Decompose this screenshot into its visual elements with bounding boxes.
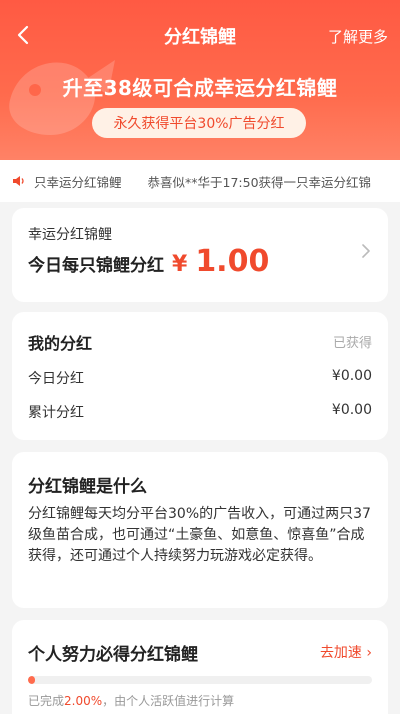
nav-bar: 分红锦鲤 了解更多 [0, 18, 400, 54]
ticker-item: 恭喜似**华于17:50获得一只幸运分红锦 [147, 174, 372, 190]
progress-fill [28, 676, 35, 684]
speaker-icon [13, 176, 24, 186]
today-dividend-row: 今日分红 ¥0.00 [28, 368, 372, 388]
effort-card: 个人努力必得分红锦鲤 去加速 › 已完成2.00%，由个人活跃值进行计算 [12, 620, 388, 714]
currency-symbol: ¥ [172, 252, 188, 277]
progress-percent: 2.00% [64, 694, 103, 708]
lucky-koi-card[interactable]: 幸运分红锦鲤 今日每只锦鲤分红 ¥ 1.00 [12, 208, 388, 302]
hero-headline: 升至38级可合成幸运分红锦鲤 [62, 76, 338, 100]
ticker-item: 只幸运分红锦鲤 [34, 174, 122, 190]
progress-prefix: 已完成 [28, 694, 65, 708]
lucky-koi-label: 幸运分红锦鲤 [28, 227, 112, 243]
learn-more-link[interactable]: 了解更多 [328, 26, 388, 47]
total-dividend-label: 累计分红 [28, 405, 84, 421]
daily-dividend-amount: 1.00 [195, 244, 270, 279]
what-is-card: 分红锦鲤是什么 分红锦鲤每天均分平台30%的广告收入，可通过两只37级鱼苗合成，… [12, 452, 388, 608]
speed-up-label: 去加速 [319, 645, 362, 661]
today-dividend-label: 今日分红 [28, 371, 84, 387]
total-dividend-value: ¥0.00 [331, 402, 372, 418]
announcement-ticker: 只幸运分红锦鲤 恭喜似**华于17:50获得一只幸运分红锦 [0, 160, 400, 202]
my-dividend-card: 我的分红 已获得 今日分红 ¥0.00 累计分红 ¥0.00 [12, 312, 388, 440]
my-dividend-title: 我的分红 [28, 334, 93, 353]
what-is-body: 分红锦鲤每天均分平台30%的广告收入，可通过两只37级鱼苗合成，也可通过“土豪鱼… [28, 506, 371, 564]
progress-caption: 已完成2.00%，由个人活跃值进行计算 [28, 692, 234, 709]
what-is-title: 分红锦鲤是什么 [28, 477, 147, 497]
dividend-pill: 永久获得平台30%广告分红 [92, 108, 306, 138]
hero-banner: 分红锦鲤 了解更多 升至38级可合成幸运分红锦鲤 永久获得平台30%广告分红 [0, 0, 400, 160]
effort-title: 个人努力必得分红锦鲤 [28, 645, 198, 665]
chevron-right-icon: › [366, 645, 372, 661]
obtained-label: 已获得 [332, 336, 372, 351]
speed-up-link[interactable]: 去加速 › [320, 642, 372, 662]
chevron-right-icon[interactable] [360, 242, 372, 260]
progress-bar [28, 676, 372, 684]
daily-dividend-row: 今日每只锦鲤分红 ¥ 1.00 [28, 244, 269, 279]
progress-suffix: ，由个人活跃值进行计算 [102, 694, 235, 708]
total-dividend-row: 累计分红 ¥0.00 [28, 402, 372, 422]
ticker-text: 只幸运分红锦鲤 恭喜似**华于17:50获得一只幸运分红锦 [34, 172, 393, 191]
daily-dividend-text: 今日每只锦鲤分红 [28, 256, 164, 276]
today-dividend-value: ¥0.00 [331, 368, 372, 384]
